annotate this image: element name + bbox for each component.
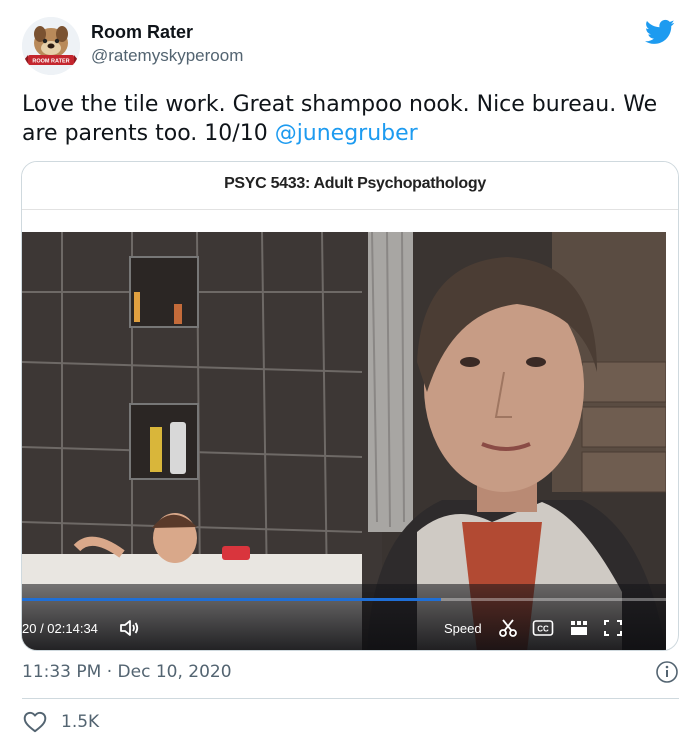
heart-icon[interactable] xyxy=(22,709,48,735)
info-icon[interactable] xyxy=(655,660,679,684)
tweet-text: Love the tile work. Great shampoo nook. … xyxy=(22,90,682,148)
tweet-timestamp[interactable]: 11:33 PM · Dec 10, 2020 xyxy=(22,662,232,682)
volume-icon[interactable] xyxy=(118,618,140,638)
divider xyxy=(22,698,679,699)
avatar[interactable]: ROOM RATER xyxy=(22,17,80,75)
course-header: PSYC 5433: Adult Psychopathology xyxy=(22,162,678,210)
account-name[interactable]: Room Rater xyxy=(91,22,193,43)
progress-bar[interactable] xyxy=(22,598,666,601)
progress-fill xyxy=(22,598,441,601)
svg-text:ROOM RATER: ROOM RATER xyxy=(32,59,69,65)
fullscreen-icon[interactable] xyxy=(602,618,624,638)
like-count[interactable]: 1.5K xyxy=(61,712,99,732)
mention-link[interactable]: @junegruber xyxy=(275,121,418,146)
video-frame[interactable]: 20 / 02:14:34 Speed CC xyxy=(22,232,666,650)
media-card[interactable]: PSYC 5433: Adult Psychopathology 20 / 02… xyxy=(21,161,679,651)
cc-icon[interactable]: CC xyxy=(532,618,554,638)
grid-settings-icon[interactable] xyxy=(568,618,590,638)
time-display: 20 / 02:14:34 xyxy=(22,621,98,636)
speed-button[interactable]: Speed xyxy=(444,621,482,636)
course-title: PSYC 5433: Adult Psychopathology xyxy=(224,175,486,192)
scissors-icon[interactable] xyxy=(498,618,520,638)
account-handle[interactable]: @ratemyskyperoom xyxy=(91,46,243,66)
svg-text:CC: CC xyxy=(537,625,549,634)
twitter-bird-icon[interactable] xyxy=(643,17,677,47)
avatar-logo: ROOM RATER xyxy=(22,17,80,75)
video-controls: 20 / 02:14:34 Speed CC xyxy=(22,584,666,650)
